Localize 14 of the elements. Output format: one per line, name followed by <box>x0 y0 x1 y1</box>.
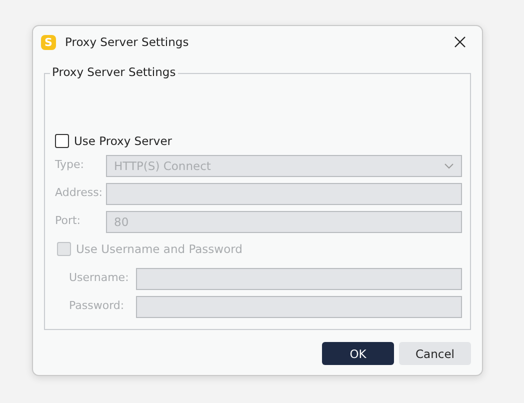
field-label: Address: <box>55 185 104 199</box>
ok-button[interactable]: OK <box>322 342 394 365</box>
group-title: Proxy Server Settings <box>50 65 178 79</box>
field-label: Password: <box>69 298 126 312</box>
close-icon[interactable] <box>454 36 466 48</box>
field-label: Username: <box>69 270 130 284</box>
app-logo-icon: S <box>41 34 56 50</box>
window-title: Proxy Server Settings <box>65 35 190 49</box>
chevron-down-icon <box>444 163 454 169</box>
checkbox[interactable] <box>55 134 69 148</box>
checkbox-label[interactable]: Use Proxy Server <box>74 134 172 148</box>
field-label: Type: <box>55 157 85 171</box>
cancel-button[interactable]: Cancel <box>399 342 471 365</box>
field-label: Port: <box>55 213 82 227</box>
